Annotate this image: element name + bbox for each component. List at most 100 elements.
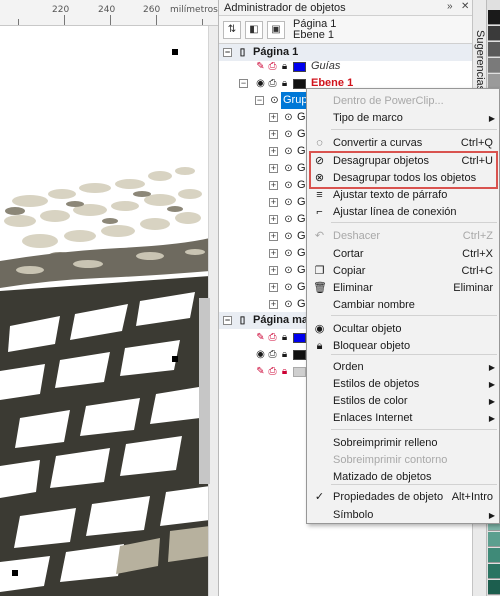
palette-swatch[interactable] [488,58,500,73]
expand-toggle[interactable]: + [269,198,278,207]
drawing-canvas[interactable]: 220 240 260 milímetros [0,0,218,596]
collapse-icon[interactable]: » [447,1,453,12]
lock-icon[interactable]: 🔒︎ [279,366,290,377]
selection-handle[interactable] [172,49,178,55]
menu-item-label: Deshacer [333,230,381,242]
palette-swatch[interactable] [488,580,500,595]
print-icon[interactable]: ⎙ [267,366,278,377]
lock-icon: 🔒︎ [316,340,323,352]
layer-color-swatch[interactable] [293,367,306,377]
expand-toggle[interactable]: + [269,266,278,275]
eye-icon[interactable]: ◉ [255,78,266,89]
canvas-scrollbar-thumb[interactable] [199,298,210,484]
expand-toggle[interactable]: + [269,232,278,241]
menu-separator [331,484,497,485]
menu-item-cut[interactable]: Cortar Ctrl+X [307,246,499,263]
master-page-label: Página maestra [253,314,307,326]
print-disabled-icon[interactable]: ✎ [255,61,266,72]
palette-swatch[interactable] [488,532,500,547]
eye-icon: ◉ [314,323,325,335]
menu-item-label: Dentro de PowerClip... [333,95,444,107]
expand-toggle[interactable]: + [269,130,278,139]
menu-item-label: Sobreimprimir contorno [333,454,448,466]
menu-item-label: Tipo de marco [333,112,403,124]
print-icon[interactable]: ⎙ [267,332,278,343]
palette-swatch[interactable] [488,10,500,25]
menu-item-rename[interactable]: Cambiar nombre [307,297,499,314]
menu-item-copy[interactable]: ❐ Copiar Ctrl+C [307,263,499,280]
menu-item-label: Sobreimprimir relleno [333,437,438,449]
menu-item-symbol[interactable]: Símbolo ▶ [307,507,499,524]
menu-item-frame-type[interactable]: Tipo de marco ▶ [307,110,499,127]
tree-guides-layer[interactable]: ✎ ⎙ 🔒︎ Guías [219,58,473,75]
selection-handle[interactable] [172,356,178,362]
menu-item-object-properties[interactable]: ✓ Propiedades de objeto Alt+Intro [307,489,499,506]
docker-title-bar: Administrador de objetos » ✕ [219,0,472,16]
menu-separator [331,129,497,130]
menu-item-hide-object[interactable]: ◉ Ocultar objeto [307,321,499,338]
print-icon[interactable]: ⎙ [267,61,278,72]
menu-item-label: Estilos de color [333,395,408,407]
group-icon: ⊙ [284,231,293,242]
menu-item-fit-paragraph-text[interactable]: ≡ Ajustar texto de párrafo [307,187,499,204]
layer-color-swatch[interactable] [293,333,306,343]
menu-item-order[interactable]: Orden ▶ [307,359,499,376]
menu-item-adjust-connector-line[interactable]: ⌐ Ajustar línea de conexión [307,204,499,221]
lock-icon[interactable]: 🔒︎ [279,78,290,89]
collapse-toggle[interactable]: − [223,48,232,57]
new-master-layer-icon[interactable]: ▣ [267,21,285,39]
mosaic-artwork[interactable] [0,26,210,596]
menu-item-delete[interactable]: 🗑︎ Eliminar Eliminar [307,280,499,297]
eye-icon[interactable]: ◉ [255,349,266,360]
layer-properties-icon[interactable]: ⇅ [223,21,241,39]
menu-item-overprint-outline: Sobreimprimir contorno [307,452,499,469]
palette-swatch[interactable] [488,564,500,579]
lock-icon[interactable]: 🔒︎ [279,61,290,72]
menu-item-label: Eliminar [333,282,373,294]
expand-toggle[interactable]: + [269,300,278,309]
layer-color-swatch[interactable] [293,79,306,89]
menu-item-color-styles[interactable]: Estilos de color ▶ [307,393,499,410]
menu-item-shortcut: Ctrl+Q [460,137,493,149]
lock-icon[interactable]: 🔒︎ [279,349,290,360]
print-disabled-icon[interactable]: ✎ [255,366,266,377]
ruler-label-240: 240 [98,5,116,15]
menu-item-overprint-fill[interactable]: Sobreimprimir relleno [307,435,499,452]
expand-toggle[interactable]: + [269,181,278,190]
print-disabled-icon[interactable]: ✎ [255,332,266,343]
palette-swatch[interactable] [488,548,500,563]
palette-swatch[interactable] [488,26,500,41]
palette-swatch[interactable] [488,74,500,89]
current-page-info: Página 1 Ebene 1 [293,19,336,41]
expand-toggle[interactable]: + [269,113,278,122]
menu-item-label: Ajustar línea de conexión [333,206,457,218]
ruler-label-260: 260 [143,5,161,15]
layer-color-swatch[interactable] [293,62,306,72]
expand-toggle[interactable]: + [269,283,278,292]
selection-handle[interactable] [12,570,18,576]
menu-item-object-styles[interactable]: Estilos de objetos ▶ [307,376,499,393]
menu-item-convert-to-curves[interactable]: ◌ Convertir a curvas Ctrl+Q [307,135,499,152]
print-icon[interactable]: ⎙ [267,78,278,89]
menu-item-lock-object[interactable]: 🔒︎ Bloquear objeto [307,338,499,355]
expand-toggle[interactable]: + [269,249,278,258]
print-icon[interactable]: ⎙ [267,349,278,360]
new-layer-icon[interactable]: ◧ [245,21,263,39]
hints-tab-label[interactable]: Sugerencias [474,30,486,91]
copy-icon: ❐ [314,265,325,277]
layer-color-swatch[interactable] [293,350,306,360]
expand-toggle[interactable]: + [269,164,278,173]
ruler-tick [18,19,19,25]
menu-item-internet-links[interactable]: Enlaces Internet ▶ [307,410,499,427]
expand-toggle[interactable]: + [269,215,278,224]
collapse-toggle[interactable]: − [223,316,232,325]
group-icon: ⊙ [284,299,293,310]
menu-separator [331,222,497,223]
collapse-toggle[interactable]: − [239,79,248,88]
expand-toggle[interactable]: + [269,147,278,156]
collapse-toggle[interactable]: − [255,96,264,105]
lock-icon[interactable]: 🔒︎ [279,332,290,343]
close-icon[interactable]: ✕ [461,1,469,12]
menu-item-label: Cortar [333,248,364,260]
palette-swatch[interactable] [488,42,500,57]
